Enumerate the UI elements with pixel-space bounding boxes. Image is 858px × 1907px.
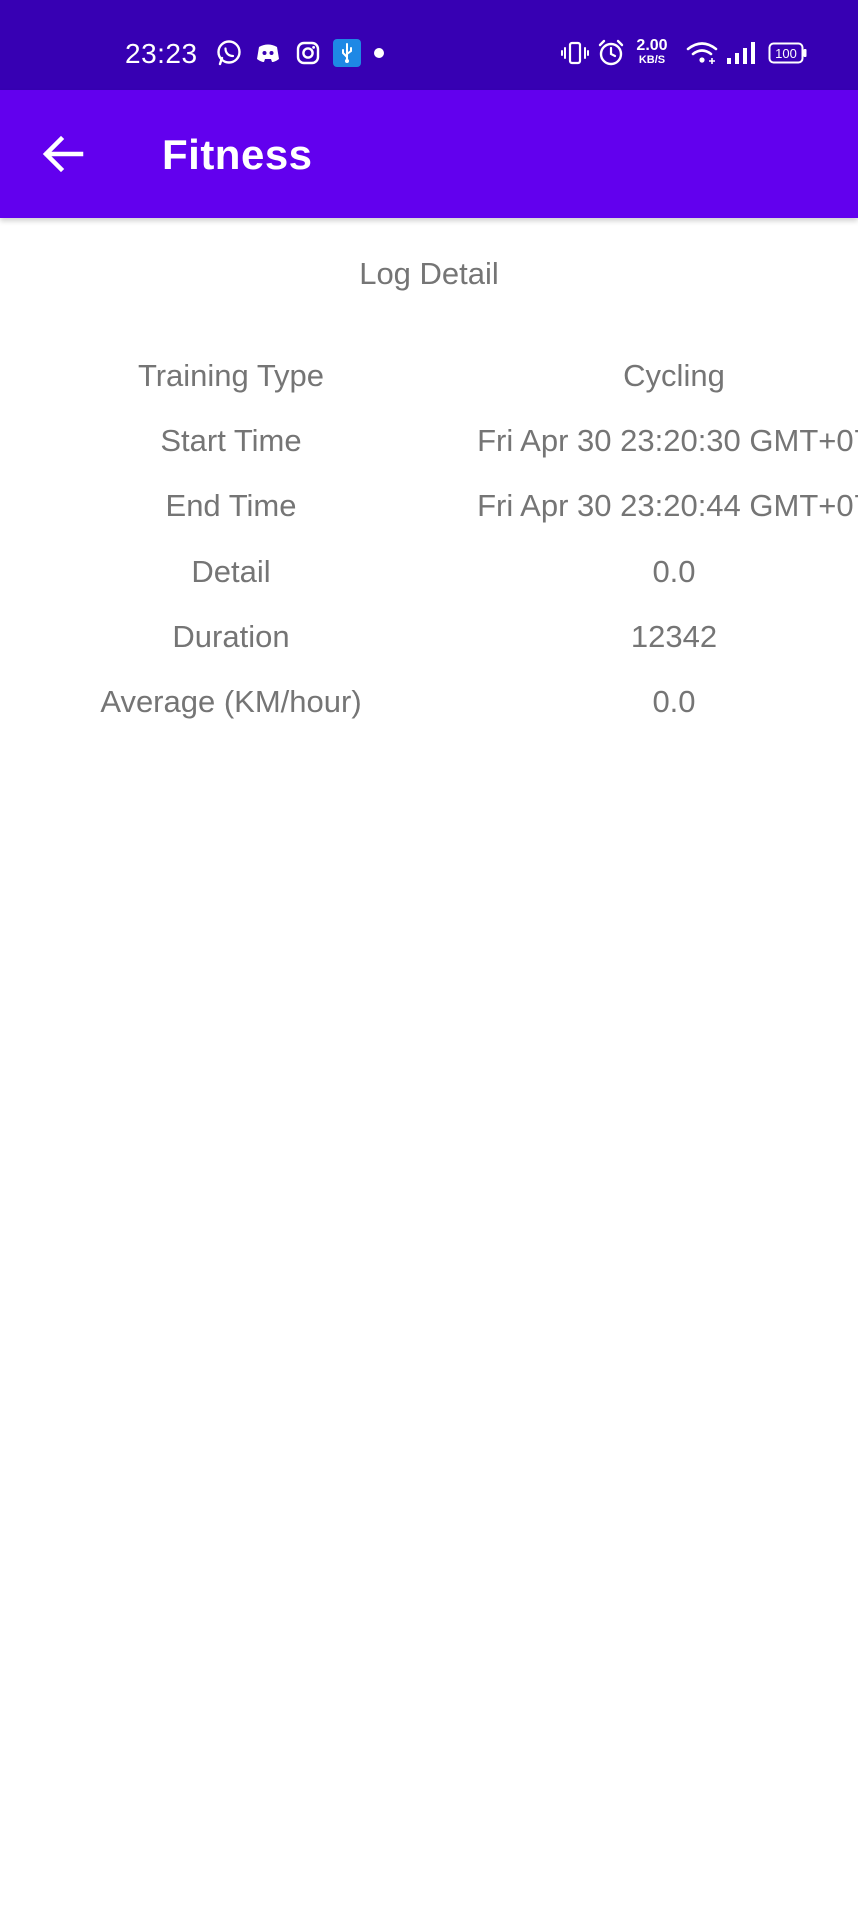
dot-icon <box>364 38 394 68</box>
average-speed-label: Average (KM/hour) <box>100 683 362 719</box>
duration-label: Duration <box>172 618 290 654</box>
app-title: Fitness <box>162 131 313 178</box>
log-detail-table: Training Type Cycling Start Time Fri Apr… <box>0 354 858 745</box>
training-type-value: Cycling <box>623 358 725 393</box>
start-time-value: Fri Apr 30 23:20:30 GMT+07 <box>477 423 858 459</box>
net-speed-value: 2.00 <box>636 37 668 54</box>
status-bar: 23:23 2.00 KB/S 100 <box>0 0 858 90</box>
signal-icon <box>724 38 758 68</box>
arrow-left-icon <box>42 135 84 173</box>
alarm-icon <box>596 38 626 68</box>
log-detail-heading: Log Detail <box>359 256 499 291</box>
end-time-label: End Time <box>165 488 297 524</box>
battery-icon: 100 <box>768 38 808 68</box>
discord-icon <box>253 38 283 68</box>
instagram-icon <box>293 38 323 68</box>
detail-value: 0.0 <box>652 553 696 589</box>
status-time: 23:23 <box>125 38 198 69</box>
start-time-row: Start Time Fri Apr 30 23:20:30 GMT+07 <box>0 419 858 484</box>
training-type-label: Training Type <box>137 358 325 393</box>
training-type-row: Training Type Cycling <box>0 354 858 419</box>
vibrate-icon <box>560 38 590 68</box>
app-bar: Fitness <box>0 90 858 218</box>
average-speed-row: Average (KM/hour) 0.0 <box>0 680 858 745</box>
net-speed-unit: KB/S <box>638 54 666 66</box>
back-button[interactable] <box>30 124 96 184</box>
net-speed: 2.00 KB/S <box>632 38 672 66</box>
end-time-row: End Time Fri Apr 30 23:20:44 GMT+07 <box>0 484 858 549</box>
end-time-value: Fri Apr 30 23:20:44 GMT+07 <box>477 488 858 524</box>
detail-row: Detail 0.0 <box>0 550 858 615</box>
usb-debug-icon <box>332 38 362 68</box>
duration-row: Duration 12342 <box>0 615 858 680</box>
duration-value: 12342 <box>630 618 718 654</box>
battery-level: 100 <box>775 46 797 61</box>
whatsapp-icon <box>214 38 244 68</box>
start-time-label: Start Time <box>160 423 302 459</box>
average-speed-value: 0.0 <box>652 683 696 719</box>
detail-label: Detail <box>191 553 271 589</box>
wifi-icon <box>685 38 719 68</box>
